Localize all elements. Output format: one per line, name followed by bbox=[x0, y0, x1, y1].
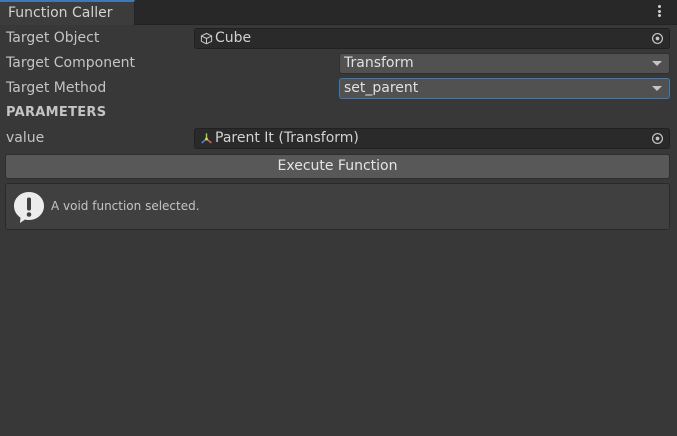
chevron-down-icon bbox=[652, 86, 662, 91]
object-picker-icon[interactable] bbox=[651, 132, 664, 145]
target-component-label: Target Component bbox=[6, 55, 136, 71]
target-object-field[interactable]: Cube bbox=[194, 28, 670, 49]
help-box: A void function selected. bbox=[5, 183, 670, 230]
target-component-value: Transform bbox=[344, 55, 414, 71]
help-message: A void function selected. bbox=[51, 199, 200, 213]
target-component-dropdown[interactable]: Transform bbox=[339, 53, 670, 74]
cube-icon bbox=[200, 32, 213, 45]
tab-bar: Function Caller bbox=[0, 0, 677, 25]
target-method-dropdown[interactable]: set_parent bbox=[339, 78, 670, 99]
transform-icon bbox=[201, 133, 212, 144]
parameters-heading: PARAMETERS bbox=[6, 105, 107, 120]
target-object-value: Cube bbox=[215, 30, 252, 46]
kebab-menu-icon[interactable] bbox=[651, 4, 667, 20]
value-object-field[interactable]: Parent It (Transform) bbox=[194, 128, 670, 149]
tab-function-caller[interactable]: Function Caller bbox=[0, 0, 135, 25]
value-object-value: Parent It (Transform) bbox=[215, 130, 359, 146]
info-exclamation-icon bbox=[14, 192, 44, 223]
target-method-label: Target Method bbox=[6, 80, 107, 96]
execute-function-button[interactable]: Execute Function bbox=[5, 154, 670, 179]
target-object-label: Target Object bbox=[6, 30, 100, 46]
target-method-value: set_parent bbox=[344, 80, 419, 96]
chevron-down-icon bbox=[652, 61, 662, 66]
value-label: value bbox=[6, 130, 45, 146]
object-picker-icon[interactable] bbox=[651, 32, 664, 45]
